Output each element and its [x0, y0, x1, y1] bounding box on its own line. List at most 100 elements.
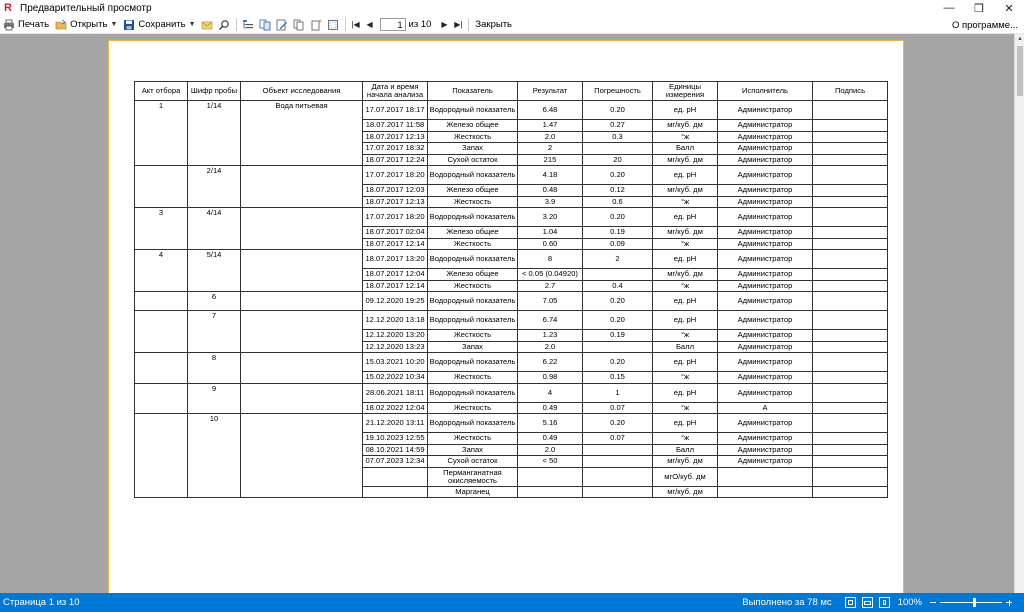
indicator-cell: Водородный показатель	[427, 249, 518, 269]
indicator-cell: Железо общее	[427, 119, 518, 132]
table-row: 8 15.03.2021 10:20 Водородный показатель 6.…	[134, 352, 888, 384]
date-cell: 09.12.2020 19:25	[362, 291, 428, 311]
outline-button[interactable]	[240, 17, 257, 33]
indicator-cell: Водородный показатель	[427, 382, 518, 403]
error-cell	[582, 142, 653, 155]
window-controls: — ❐ ✕	[934, 0, 1024, 16]
date-cell: 18.07.2017 12:14	[362, 279, 428, 292]
error-cell: 0.19	[582, 329, 653, 342]
executor-cell	[717, 485, 813, 498]
date-cell: 17.07.2017 18:20	[362, 165, 428, 185]
sign-cell	[812, 268, 888, 281]
scroll-up-icon[interactable]: ▲	[1015, 34, 1024, 44]
status-page-text: Страница 1 из 10	[3, 597, 80, 608]
result-cell: 215	[517, 153, 583, 166]
date-cell: 18.07.2017 12:13	[362, 195, 428, 208]
last-page-button[interactable]: ▶|	[451, 17, 465, 33]
sign-cell	[812, 195, 888, 208]
thumbnails-button[interactable]	[257, 17, 274, 33]
date-cell: 18.07.2017 12:13	[362, 130, 428, 143]
print-button[interactable]: Печать	[0, 17, 52, 33]
zoom-multiple-pages-button[interactable]	[878, 597, 890, 608]
page-setup-button[interactable]	[325, 17, 342, 33]
act-cell	[134, 165, 188, 208]
toolbar: Печать Открыть ▼ Сохранить ▼ |◀ ◀ 1 из 1…	[0, 16, 1024, 34]
scroll-thumb[interactable]	[1017, 46, 1023, 96]
multiple-pages-icon	[882, 600, 886, 605]
zoom-track[interactable]	[940, 602, 1002, 603]
executor-cell: Администратор	[717, 329, 813, 342]
object-cell	[240, 291, 363, 311]
table-row: 9 28.06.2021 18:11 Водородный показатель 4 1…	[134, 382, 888, 414]
toolbar-separator	[468, 18, 470, 31]
unit-cell: ед. pH	[652, 100, 718, 120]
save-button[interactable]: Сохранить ▼	[120, 17, 198, 33]
sign-cell	[812, 443, 888, 456]
zoom-slider[interactable]	[930, 597, 1012, 608]
indicator-cell: Водородный показатель	[427, 207, 518, 227]
result-cell: 6.74	[517, 310, 583, 330]
act-cell	[134, 310, 188, 353]
minimize-button[interactable]: —	[934, 0, 964, 16]
sign-cell	[812, 153, 888, 166]
date-cell: 18.07.2017 12:24	[362, 153, 428, 166]
sign-cell	[812, 249, 888, 269]
executor-cell: Администратор	[717, 382, 813, 403]
close-preview-button[interactable]: Закрыть	[472, 17, 515, 33]
date-cell: 19.10.2023 12:55	[362, 432, 428, 445]
act-cell	[134, 413, 188, 498]
executor-cell: Администратор	[717, 237, 813, 250]
date-cell: 21.12.2020 13:11	[362, 413, 428, 433]
first-page-button[interactable]: |◀	[349, 17, 363, 33]
copy-page-button[interactable]	[291, 17, 308, 33]
result-cell: 0.98	[517, 371, 583, 384]
date-cell: 18.07.2017 11:58	[362, 119, 428, 132]
executor-cell: Администратор	[717, 119, 813, 132]
edit-page-button[interactable]	[274, 17, 291, 33]
result-cell: 8	[517, 249, 583, 269]
result-cell: 2.7	[517, 279, 583, 292]
indicator-cell: Сухой остаток	[427, 455, 518, 468]
page-number-input[interactable]	[379, 18, 406, 31]
executor-cell: Администратор	[717, 142, 813, 155]
result-cell: 1.47	[517, 119, 583, 132]
error-cell: 20	[582, 153, 653, 166]
restore-button[interactable]: ❐	[964, 0, 994, 16]
new-page-button[interactable]	[308, 17, 325, 33]
open-folder-icon	[55, 19, 67, 31]
open-button[interactable]: Открыть ▼	[52, 17, 120, 33]
unit-cell: мг/куб. дм	[652, 268, 718, 281]
result-cell: 2.0	[517, 443, 583, 456]
save-dropdown-arrow-icon[interactable]: ▼	[189, 21, 196, 28]
next-page-button[interactable]: ▶	[437, 17, 451, 33]
vertical-scrollbar[interactable]: ▲	[1014, 34, 1024, 593]
sign-cell	[812, 184, 888, 197]
indicator-cell: Жесткость	[427, 237, 518, 250]
send-email-button[interactable]	[199, 17, 216, 33]
zoom-page-width-button[interactable]	[861, 597, 873, 608]
column-header: Единицы измерения	[652, 81, 718, 101]
error-cell	[582, 485, 653, 498]
zoom-in-icon-vertical	[1008, 599, 1010, 606]
close-window-button[interactable]: ✕	[994, 0, 1024, 16]
result-cell: 3.9	[517, 195, 583, 208]
error-cell: 0.07	[582, 432, 653, 445]
zoom-out-icon[interactable]	[930, 602, 936, 603]
indicator-cell: Железо общее	[427, 226, 518, 239]
about-button[interactable]: О программе...	[952, 20, 1018, 31]
open-dropdown-arrow-icon[interactable]: ▼	[110, 21, 117, 28]
zoom-fit-page-button[interactable]	[844, 597, 856, 608]
sign-cell	[812, 371, 888, 384]
zoom-knob[interactable]	[973, 598, 976, 607]
unit-cell: ед. pH	[652, 165, 718, 185]
executor-cell: Администратор	[717, 432, 813, 445]
unit-cell: мг/куб. дм	[652, 455, 718, 468]
sign-cell	[812, 142, 888, 155]
prev-page-button[interactable]: ◀	[363, 17, 377, 33]
executor-cell: Администратор	[717, 443, 813, 456]
error-cell: 0.6	[582, 195, 653, 208]
unit-cell: ед. pH	[652, 382, 718, 403]
indicator-cell: Марганец	[427, 485, 518, 498]
find-button[interactable]	[216, 17, 233, 33]
table-row: 6 09.12.2020 19:25 Водородный показатель 7.…	[134, 291, 888, 311]
